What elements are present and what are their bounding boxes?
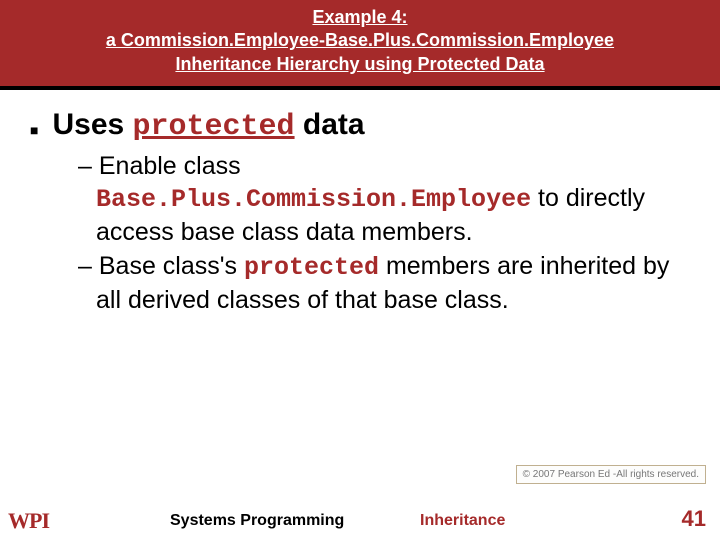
title-line-3: Inheritance Hierarchy using Protected Da… [10,53,710,76]
slide-title: Example 4: a Commission.Employee-Base.Pl… [0,0,720,90]
slide-footer: WPI Systems Programming Inheritance 41 [0,500,720,540]
sub1-text-a: Enable class [99,152,241,180]
bullet-square-icon: ■ [30,122,38,138]
title-line-1: Example 4: [10,6,710,29]
page-number: 41 [682,506,706,532]
slide-body: ■ Uses protected data – Enable class Bas… [0,90,720,316]
keyword-protected: protected [133,110,295,144]
footer-course: Systems Programming [170,512,344,530]
text-uses-post: data [295,108,365,141]
text-uses-pre: Uses [52,108,132,141]
copyright-notice: © 2007 Pearson Ed -All rights reserved. [516,465,706,484]
sub-bullet-2: – Base class's protected members are inh… [96,250,670,316]
footer-topic: Inheritance [420,512,505,530]
keyword-baseplus: Base.Plus.Commission.Employee [96,185,531,214]
sub2-text-a: Base class's [99,252,244,280]
sub-bullet-list: – Enable class Base.Plus.Commission.Empl… [20,150,700,316]
keyword-protected-2: protected [244,253,379,282]
bullet-main-text: Uses protected data [52,108,364,144]
sub-bullet-1: – Enable class Base.Plus.Commission.Empl… [96,150,670,248]
title-line-2: a Commission.Employee-Base.Plus.Commissi… [10,29,710,52]
bullet-main: ■ Uses protected data [20,108,700,144]
wpi-logo: WPI [8,508,49,534]
